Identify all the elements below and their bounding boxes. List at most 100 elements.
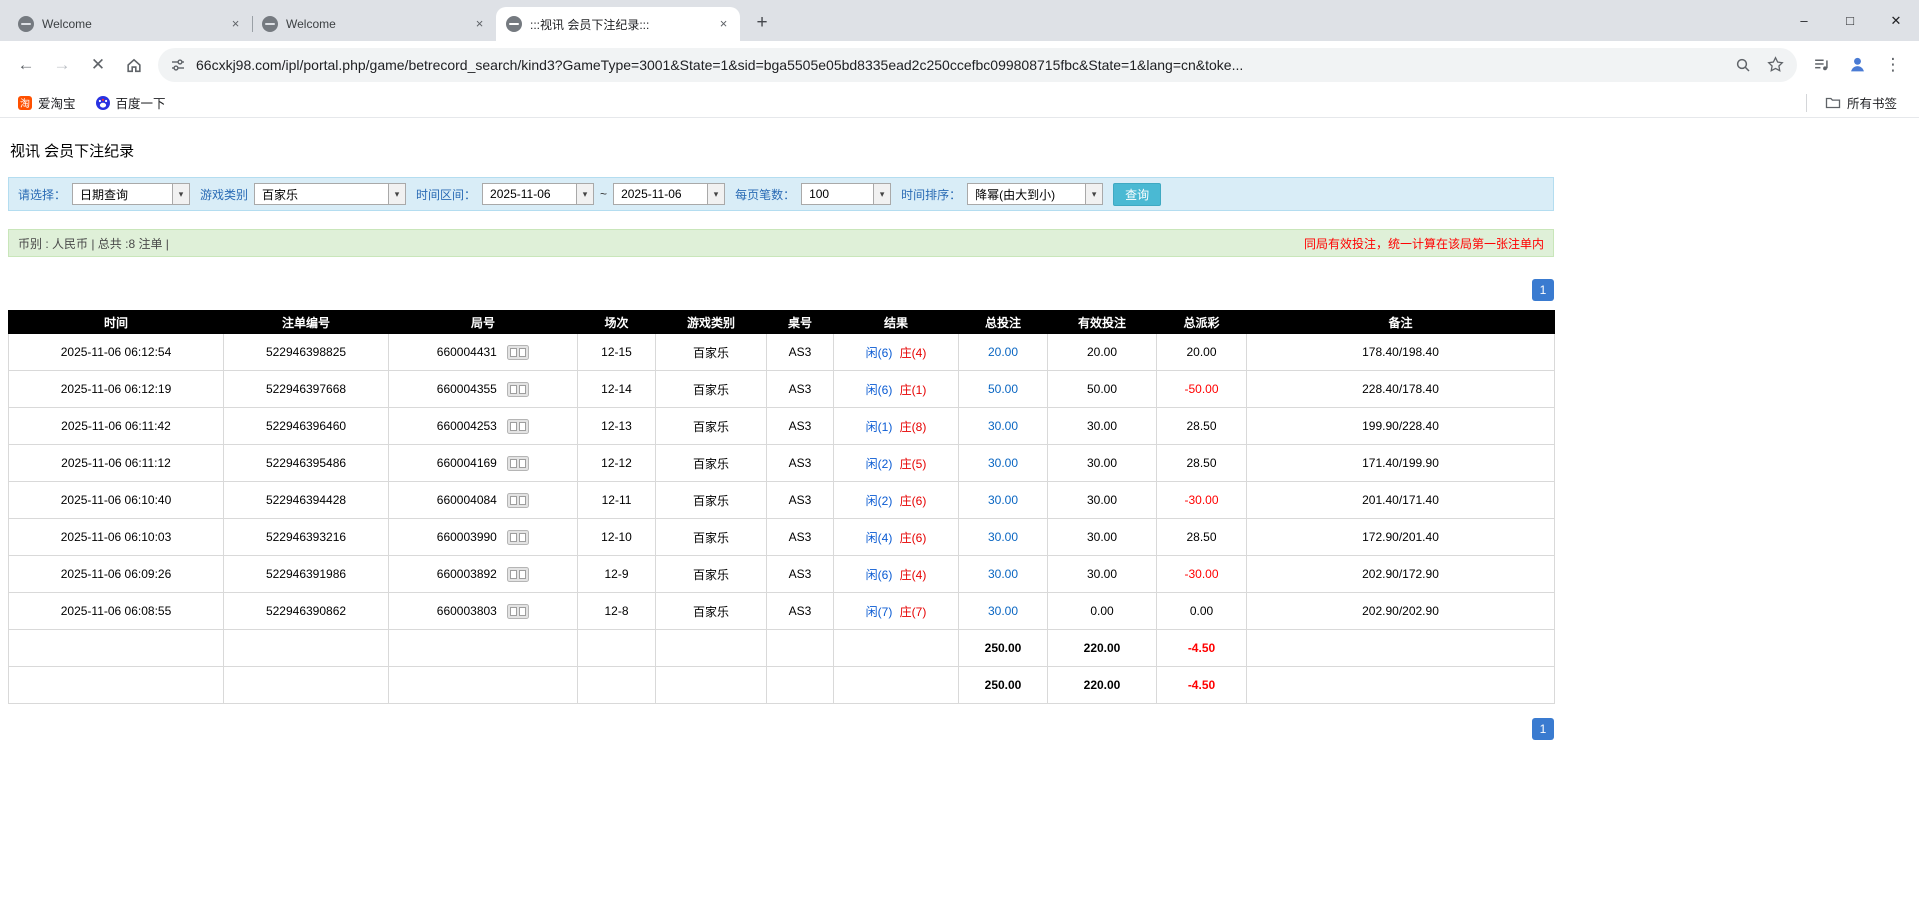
tab-title: Welcome [42,17,223,31]
all-bookmarks-button[interactable]: 所有书签 [1817,91,1905,115]
table-row: 2025-11-06 06:08:55 522946390862 6600038… [9,593,1555,630]
round-result-icon[interactable] [507,419,529,434]
tab-welcome-1[interactable]: Welcome × [8,7,252,41]
new-tab-button[interactable]: + [748,9,776,37]
bet-id-cell: 522946394428 [224,482,389,519]
date-separator: ~ [600,187,607,201]
page-1-button[interactable]: 1 [1532,718,1554,740]
bet-id-cell: 522946395486 [224,445,389,482]
total-bet-cell: 50.00 [959,371,1048,408]
page-1-button[interactable]: 1 [1532,279,1554,301]
total-bet-cell: 30.00 [959,445,1048,482]
zoom-icon[interactable] [1729,51,1757,79]
bookmark-taobao[interactable]: 淘 爱淘宝 [10,91,84,115]
tab-bar: Welcome × Welcome × :::视讯 会员下注纪录::: × + … [0,0,1919,41]
round-number: 660004169 [437,456,497,470]
session-cell: 12-11 [578,482,656,519]
valid-bet-cell: 20.00 [1048,334,1157,371]
stop-loading-button[interactable]: ✕ [81,48,115,82]
banker-result: 庄(6) [900,531,927,545]
bookmarks-divider [1806,94,1807,112]
total-bet-link[interactable]: 30.00 [988,493,1018,507]
remark-cell: 228.40/178.40 [1247,371,1555,408]
total-row: 总计 8 250.00 220.00 -4.50 [9,667,1555,704]
query-type-select[interactable]: 日期查询 ▾ [72,183,190,205]
total-bet-link[interactable]: 30.00 [988,530,1018,544]
col-game-type: 游戏类别 [656,311,767,334]
forward-button[interactable]: → [45,48,79,82]
game-type-select[interactable]: 百家乐 ▾ [254,183,406,205]
date-from-select[interactable]: 2025-11-06 ▾ [482,183,594,205]
minimize-button[interactable]: – [1781,0,1827,41]
result-cell: 闲(1) 庄(8) [834,408,959,445]
round-result-icon[interactable] [507,530,529,545]
round-result-icon[interactable] [507,567,529,582]
chevron-down-icon: ▾ [873,184,890,204]
remark-cell: 202.90/202.90 [1247,593,1555,630]
player-result: 闲(1) [866,420,893,434]
tab-close-icon[interactable]: × [471,16,488,33]
payout-cell: -30.00 [1157,482,1247,519]
round-cell: 660004169 [389,445,578,482]
table-row: 2025-11-06 06:09:26 522946391986 6600038… [9,556,1555,593]
total-label: 总计 [9,667,224,704]
total-bet-link[interactable]: 30.00 [988,567,1018,581]
subtotal-valid-bet: 220.00 [1048,630,1157,667]
bookmark-star-icon[interactable] [1761,51,1789,79]
date-to-select[interactable]: 2025-11-06 ▾ [613,183,725,205]
tab-close-icon[interactable]: × [715,16,732,33]
player-result: 闲(2) [866,457,893,471]
window-close-button[interactable]: ✕ [1873,0,1919,41]
filter-bar: 请选择： 日期查询 ▾ 游戏类别 百家乐 ▾ 时间区间： 2025-11-06 … [8,177,1554,211]
tab-bet-records[interactable]: :::视讯 会员下注纪录::: × [496,7,740,41]
round-number: 660004431 [437,345,497,359]
col-table-no: 桌号 [767,311,834,334]
session-cell: 12-9 [578,556,656,593]
subtotal-payout: -4.50 [1157,630,1247,667]
game-type-cell: 百家乐 [656,556,767,593]
site-settings-icon[interactable] [170,57,186,73]
session-cell: 12-12 [578,445,656,482]
total-bet-link[interactable]: 30.00 [988,419,1018,433]
valid-bet-cell: 30.00 [1048,408,1157,445]
remark-cell: 201.40/171.40 [1247,482,1555,519]
home-button[interactable] [117,48,151,82]
time-cell: 2025-11-06 06:11:42 [9,408,224,445]
sort-order-select[interactable]: 降幂(由大到小) ▾ [967,183,1103,205]
browser-menu-button[interactable]: ⋮ [1876,48,1910,82]
page-size-select[interactable]: 100 ▾ [801,183,891,205]
bookmark-baidu[interactable]: 百度一下 [88,91,174,115]
subtotal-label: 小计 [9,630,224,667]
round-number: 660003892 [437,567,497,581]
payout-cell: 28.50 [1157,519,1247,556]
valid-bet-cell: 0.00 [1048,593,1157,630]
total-bet-cell: 20.00 [959,334,1048,371]
media-controls-icon[interactable] [1804,48,1838,82]
remark-cell: 178.40/198.40 [1247,334,1555,371]
player-result: 闲(2) [866,494,893,508]
summary-info-bar: 币别 : 人民币 | 总共 :8 注单 | 同局有效投注，统一计算在该局第一张注… [8,229,1554,257]
total-bet-link[interactable]: 30.00 [988,456,1018,470]
tab-close-icon[interactable]: × [227,16,244,33]
search-button[interactable]: 查询 [1113,183,1161,206]
total-count: 8 [224,667,389,704]
round-result-icon[interactable] [507,604,529,619]
baidu-icon [96,96,110,110]
profile-avatar[interactable] [1840,48,1874,82]
back-button[interactable]: ← [9,48,43,82]
round-result-icon[interactable] [507,456,529,471]
round-result-icon[interactable] [507,345,529,360]
valid-bet-cell: 30.00 [1048,519,1157,556]
round-result-icon[interactable] [507,382,529,397]
tab-welcome-2[interactable]: Welcome × [252,7,496,41]
total-bet-link[interactable]: 20.00 [988,345,1018,359]
bookmark-label: 百度一下 [116,93,166,112]
round-result-icon[interactable] [507,493,529,508]
address-bar[interactable]: 66cxkj98.com/ipl/portal.php/game/betreco… [158,48,1797,82]
game-type-cell: 百家乐 [656,519,767,556]
home-icon [125,56,143,74]
maximize-button[interactable]: □ [1827,0,1873,41]
total-bet-link[interactable]: 30.00 [988,604,1018,618]
total-bet-link[interactable]: 50.00 [988,382,1018,396]
round-number: 660004355 [437,382,497,396]
